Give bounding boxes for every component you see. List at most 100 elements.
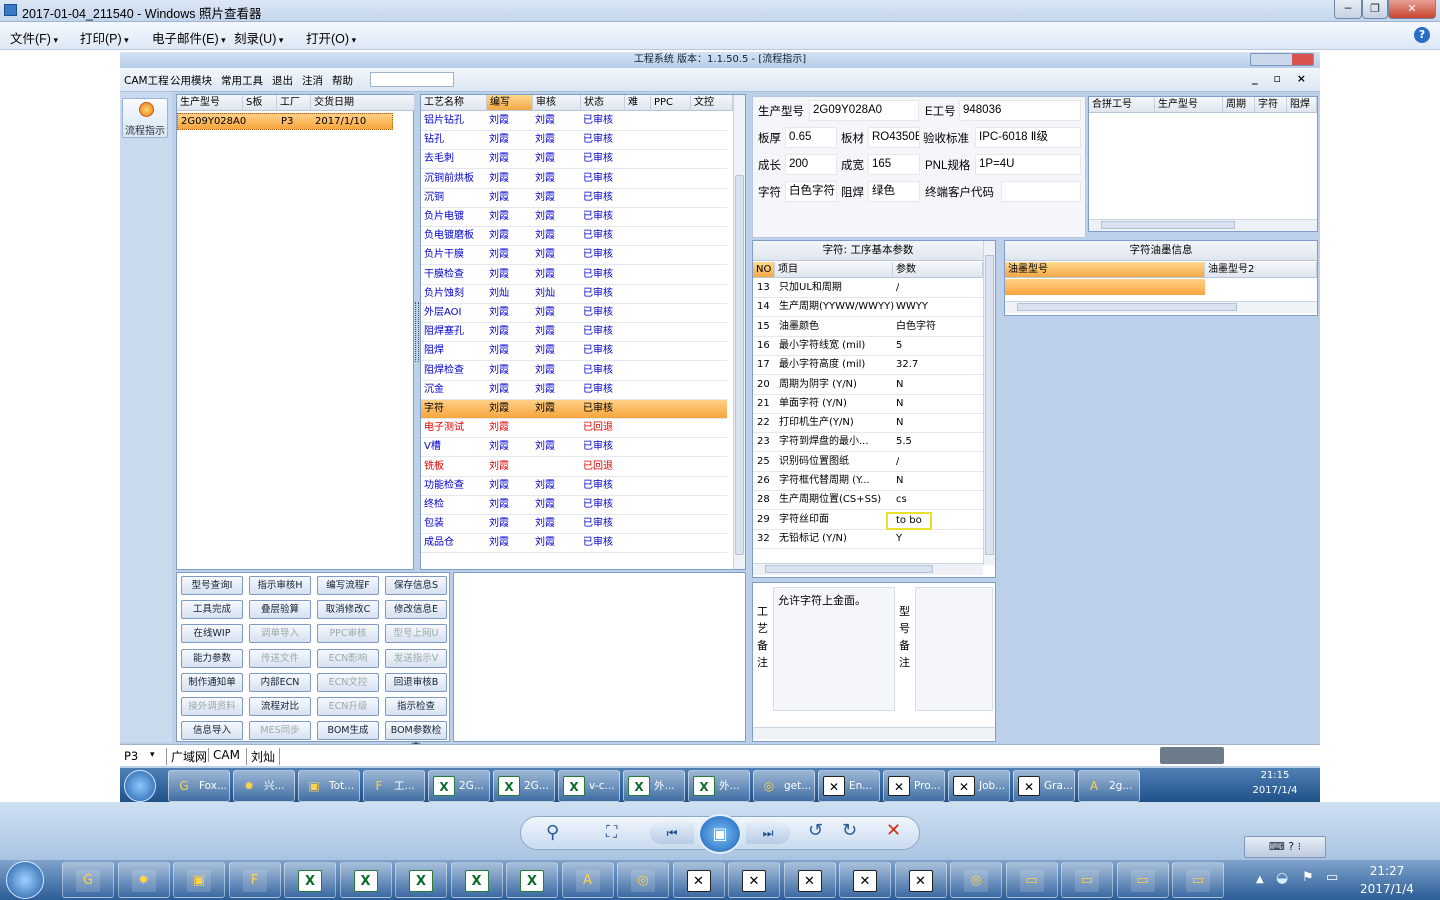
task-button[interactable]: X 外... <box>623 770 685 802</box>
action-button[interactable]: 工具完成 <box>181 600 243 620</box>
taskbar-app[interactable]: A <box>561 862 614 898</box>
scroll-thumb[interactable] <box>1017 303 1237 311</box>
process-reviewer[interactable]: 刘霞 <box>535 246 555 263</box>
param-item[interactable]: 油墨颜色 <box>779 318 819 335</box>
col-writer[interactable]: 编写 <box>487 95 533 111</box>
action-button[interactable]: 内部ECN <box>249 672 311 692</box>
process-status[interactable]: 已审核 <box>583 342 613 359</box>
action-button[interactable]: 调单导入 <box>249 624 311 644</box>
col-factory[interactable]: 工厂 <box>277 95 311 111</box>
taskbar-app[interactable]: ✕ <box>783 862 836 898</box>
length-field[interactable]: 200 <box>785 154 837 175</box>
rotate-right-icon[interactable]: ↻ <box>842 820 857 841</box>
task-button[interactable]: ✕ Job... <box>948 770 1010 802</box>
param-val[interactable]: WWYY <box>896 298 928 315</box>
ink-hscroll[interactable] <box>1005 301 1317 313</box>
process-status[interactable]: 已审核 <box>583 150 613 167</box>
pnl-field[interactable]: 1P=4U <box>975 154 1081 175</box>
scroll-thumb[interactable] <box>985 255 994 555</box>
param-no[interactable]: 21 <box>757 395 770 412</box>
task-button[interactable]: ✕ Gra... <box>1013 770 1075 802</box>
action-button[interactable]: 修改信息E <box>385 600 447 620</box>
param-no[interactable]: 26 <box>757 472 770 489</box>
col-model[interactable]: 生产型号 <box>177 95 243 111</box>
taskbar-app[interactable]: X <box>395 862 447 898</box>
process-reviewer[interactable]: 刘霞 <box>535 515 555 532</box>
tray-chevron-icon[interactable]: ▲ <box>1256 874 1264 885</box>
taskbar-app[interactable]: ◎ <box>950 862 1002 898</box>
process-name[interactable]: 沉铜 <box>424 189 444 206</box>
col-merge-mask[interactable]: 阻焊 <box>1287 97 1317 113</box>
process-reviewer[interactable]: 刘霞 <box>535 227 555 244</box>
task-button[interactable]: X 外... <box>688 770 750 802</box>
taskbar-app[interactable]: ✕ <box>728 862 780 898</box>
chevron-down-icon[interactable]: ▾ <box>150 750 155 760</box>
process-name[interactable]: 负片蚀刻 <box>424 285 464 302</box>
scroll-thumb[interactable] <box>735 175 744 555</box>
process-reviewer[interactable]: 刘霞 <box>535 112 555 129</box>
param-item[interactable]: 最小字符线宽 (mil) <box>779 337 865 354</box>
material-field[interactable]: RO4350B <box>868 127 920 148</box>
customer-field[interactable] <box>1001 181 1081 202</box>
process-status[interactable]: 已审核 <box>583 208 613 225</box>
param-no[interactable]: 28 <box>757 491 770 508</box>
task-button[interactable]: ◎ get... <box>753 770 815 802</box>
merge-hscroll[interactable] <box>1089 219 1317 231</box>
process-status[interactable]: 已审核 <box>583 131 613 148</box>
delete-icon[interactable]: ✕ <box>886 820 901 841</box>
process-writer[interactable]: 刘霞 <box>489 112 509 129</box>
taskbar-app[interactable]: ✹ <box>117 862 170 898</box>
param-val[interactable]: Y <box>896 530 902 547</box>
param-val[interactable]: 5.5 <box>896 433 912 450</box>
process-status[interactable]: 已审核 <box>583 189 613 206</box>
menu-cam[interactable]: CAM工程 <box>124 73 169 88</box>
zoom-icon[interactable]: ⚲ <box>546 822 559 843</box>
rotate-left-icon[interactable]: ↺ <box>808 820 823 841</box>
process-writer[interactable]: 刘霞 <box>489 227 509 244</box>
param-no[interactable]: 23 <box>757 433 770 450</box>
process-writer[interactable]: 刘霞 <box>489 438 509 455</box>
menu-common-tools[interactable]: 常用工具 <box>221 73 263 88</box>
param-val[interactable]: N <box>896 376 903 393</box>
param-item[interactable]: 字符到焊盘的最小... <box>779 433 869 450</box>
scroll-thumb[interactable] <box>1101 221 1235 229</box>
param-item[interactable]: 字符丝印面 <box>779 511 829 528</box>
process-status[interactable]: 已审核 <box>583 515 613 532</box>
slideshow-button[interactable]: ▣ <box>698 814 742 854</box>
process-writer[interactable]: 刘霞 <box>489 534 509 551</box>
action-button[interactable]: 保存信息S <box>385 576 447 595</box>
param-no[interactable]: 32 <box>757 530 770 547</box>
action-button[interactable]: 指示审核H <box>249 576 311 595</box>
param-val[interactable]: to bo <box>886 511 932 530</box>
process-status[interactable]: 已回退 <box>583 458 613 475</box>
col-difficulty[interactable]: 难 <box>625 95 651 111</box>
app-window-buttons[interactable] <box>1250 53 1314 66</box>
process-status[interactable]: 已审核 <box>583 304 613 321</box>
taskbar-app[interactable]: F <box>228 862 281 898</box>
process-reviewer[interactable]: 刘霞 <box>535 266 555 283</box>
process-status[interactable]: 已审核 <box>583 112 613 129</box>
param-val[interactable]: / <box>896 453 899 470</box>
col-param[interactable]: 参数 <box>893 262 983 278</box>
param-item[interactable]: 只加UL和周期 <box>779 279 842 296</box>
action-button[interactable]: 叠层验算 <box>249 600 311 620</box>
process-note-field[interactable]: 允许字符上金面。 <box>773 587 895 711</box>
menu-logout[interactable]: 注消 <box>302 73 323 88</box>
col-merge-model[interactable]: 生产型号 <box>1155 97 1223 113</box>
model-note-field[interactable] <box>915 587 993 711</box>
action-button[interactable]: 在线WIP <box>181 624 243 644</box>
process-reviewer[interactable]: 刘霞 <box>535 534 555 551</box>
param-no[interactable]: 17 <box>757 356 770 373</box>
tray-monitor-icon[interactable]: ▭ <box>1326 870 1338 885</box>
process-reviewer[interactable]: 刘霞 <box>535 323 555 340</box>
next-button[interactable]: ⏭ <box>746 822 790 844</box>
previous-button[interactable]: ⏮ <box>650 822 694 844</box>
process-reviewer[interactable]: 刘霞 <box>535 477 555 494</box>
process-writer[interactable]: 刘霞 <box>489 208 509 225</box>
process-writer[interactable]: 刘霞 <box>489 266 509 283</box>
action-button[interactable]: MES同步 <box>249 721 311 741</box>
col-merge-eno[interactable]: 合拼工号 <box>1089 97 1155 113</box>
task-button[interactable]: ▣ Tot... <box>298 770 360 802</box>
process-writer[interactable]: 刘霞 <box>489 170 509 187</box>
process-reviewer[interactable]: 刘霞 <box>535 304 555 321</box>
